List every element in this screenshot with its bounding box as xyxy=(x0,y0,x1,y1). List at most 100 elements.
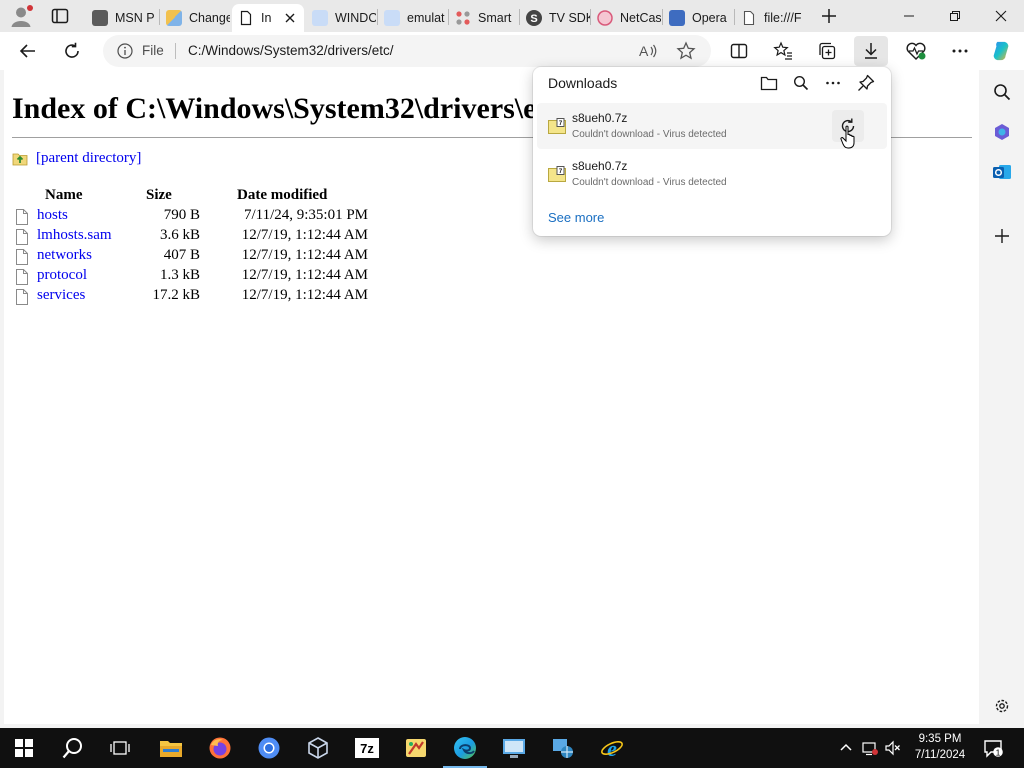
show-hidden-icons-chevron-up-icon[interactable] xyxy=(838,740,854,756)
sidebar-outlook-button[interactable] xyxy=(991,161,1013,183)
taskbar-search-button[interactable] xyxy=(59,734,87,762)
task-view-icon xyxy=(110,741,130,755)
file-icon xyxy=(16,229,28,245)
tab-file[interactable]: file:///F xyxy=(735,4,809,32)
tab-change[interactable]: Change xyxy=(160,4,230,32)
favorites-button[interactable] xyxy=(772,40,794,62)
file-size: 1.3 kB xyxy=(159,267,200,283)
task-view-button[interactable] xyxy=(106,734,134,762)
file-link[interactable]: hosts xyxy=(37,207,68,224)
close-icon xyxy=(995,10,1007,22)
close-window-button[interactable] xyxy=(978,0,1024,32)
column-header-name[interactable]: Name xyxy=(45,187,83,204)
settings-more-button[interactable] xyxy=(949,40,971,62)
info-icon[interactable] xyxy=(117,43,133,59)
scheme-label: File xyxy=(142,43,164,58)
minimize-button[interactable] xyxy=(886,0,932,32)
taskbar-network-app[interactable] xyxy=(549,734,577,762)
tab-windows[interactable]: WINDO xyxy=(306,4,376,32)
file-link[interactable]: networks xyxy=(37,247,92,264)
favorite-star-button[interactable] xyxy=(675,40,697,62)
taskbar-firefox[interactable] xyxy=(206,734,234,762)
refresh-button[interactable] xyxy=(61,40,83,62)
see-more-link[interactable]: See more xyxy=(548,210,604,225)
pin-downloads-button[interactable] xyxy=(856,73,876,93)
table-row: lmhosts.sam 3.6 kB 12/7/19, 1:12:44 AM xyxy=(12,227,392,247)
column-header-date[interactable]: Date modified xyxy=(237,187,327,204)
tab-emulator[interactable]: emulat xyxy=(378,4,448,32)
taskbar-edge[interactable] xyxy=(443,734,487,768)
file-icon xyxy=(16,209,28,225)
refresh-icon xyxy=(65,42,79,58)
file-date: 7/11/24, 9:35:01 PM xyxy=(243,207,368,223)
read-aloud-button[interactable]: A xyxy=(637,40,659,62)
address-bar[interactable]: File C:/Windows/System32/drivers/etc/ xyxy=(103,35,711,67)
more-dots-icon xyxy=(952,49,968,53)
edge-icon xyxy=(454,737,476,759)
taskbar-clock[interactable]: 9:35 PM 7/11/2024 xyxy=(908,731,972,763)
volume-muted-icon[interactable] xyxy=(885,740,901,756)
sidebar-search-button[interactable] xyxy=(991,81,1013,103)
taskbar-paint-app[interactable] xyxy=(402,734,430,762)
file-link[interactable]: protocol xyxy=(37,267,87,284)
sidebar-add-button[interactable] xyxy=(991,225,1013,247)
tab-netcast[interactable]: NetCas xyxy=(591,4,661,32)
tab-label: In xyxy=(261,11,272,25)
tab-msn[interactable]: MSN P xyxy=(86,4,158,32)
collections-button[interactable] xyxy=(816,40,838,62)
downloads-button[interactable] xyxy=(854,36,888,66)
new-tab-plus-icon[interactable] xyxy=(819,6,839,26)
sidebar-m365-button[interactable] xyxy=(991,121,1013,143)
tab-index-active[interactable]: In xyxy=(232,4,304,32)
file-date: 12/7/19, 1:12:44 AM xyxy=(241,247,368,263)
download-item[interactable]: 7 s8ueh0.7z Couldn't download - Virus de… xyxy=(537,103,887,149)
tab-actions-icon[interactable] xyxy=(50,6,70,26)
star-icon xyxy=(676,41,696,60)
table-row: networks 407 B 12/7/19, 1:12:44 AM xyxy=(12,247,392,267)
back-button[interactable] xyxy=(17,40,39,62)
url-text[interactable]: C:/Windows/System32/drivers/etc/ xyxy=(188,43,394,58)
file-explorer-icon xyxy=(160,741,182,757)
network-status-icon[interactable] xyxy=(862,740,878,756)
downloads-more-button[interactable] xyxy=(823,73,843,93)
download-item[interactable]: 7 s8ueh0.7z Couldn't download - Virus de… xyxy=(537,151,887,197)
sidebar-settings-button[interactable] xyxy=(991,695,1013,717)
parent-directory-row: [parent directory] xyxy=(12,148,141,168)
search-downloads-button[interactable] xyxy=(791,73,811,93)
parent-directory-link[interactable]: [parent directory] xyxy=(36,150,141,167)
restore-button[interactable] xyxy=(932,0,978,32)
more-dots-icon xyxy=(826,81,840,85)
tab-label: WINDO xyxy=(335,11,376,25)
file-link[interactable]: services xyxy=(37,287,85,304)
notification-center-icon[interactable]: 1 xyxy=(983,738,1003,758)
tab-tv-sdk[interactable]: S TV SDK xyxy=(520,4,590,32)
taskbar-virtualbox[interactable] xyxy=(304,734,332,762)
tab-smart[interactable]: Smart xyxy=(449,4,519,32)
tab-label: Opera xyxy=(692,11,727,25)
tab-label: emulat xyxy=(407,11,445,25)
taskbar-internet-explorer[interactable]: e xyxy=(598,734,626,762)
tab-label: Change xyxy=(189,11,230,25)
table-row: hosts 790 B 7/11/24, 9:35:01 PM xyxy=(12,207,392,227)
tab-opera[interactable]: Opera xyxy=(663,4,733,32)
change-favicon-icon xyxy=(166,10,182,26)
split-screen-button[interactable] xyxy=(728,40,750,62)
taskbar-remote-desktop[interactable] xyxy=(500,734,528,762)
opera-favicon-icon xyxy=(669,10,685,26)
internet-explorer-icon: e xyxy=(601,736,623,760)
download-status: Couldn't download - Virus detected xyxy=(572,129,727,140)
taskbar-chromium[interactable] xyxy=(255,734,283,762)
copilot-button[interactable] xyxy=(990,40,1012,62)
file-link[interactable]: lmhosts.sam xyxy=(37,227,112,244)
table-row: protocol 1.3 kB 12/7/19, 1:12:44 AM xyxy=(12,267,392,287)
close-tab-icon[interactable] xyxy=(282,10,298,26)
column-header-size[interactable]: Size xyxy=(146,187,172,204)
clock-time: 9:35 PM xyxy=(918,733,962,745)
download-status: Couldn't download - Virus detected xyxy=(572,177,727,188)
taskbar-file-explorer[interactable] xyxy=(157,734,185,762)
download-icon xyxy=(865,43,877,59)
start-button[interactable] xyxy=(10,734,38,762)
browser-essentials-button[interactable] xyxy=(905,40,927,62)
taskbar-7zip[interactable]: 7z xyxy=(353,734,381,762)
open-downloads-folder-button[interactable] xyxy=(759,73,779,93)
